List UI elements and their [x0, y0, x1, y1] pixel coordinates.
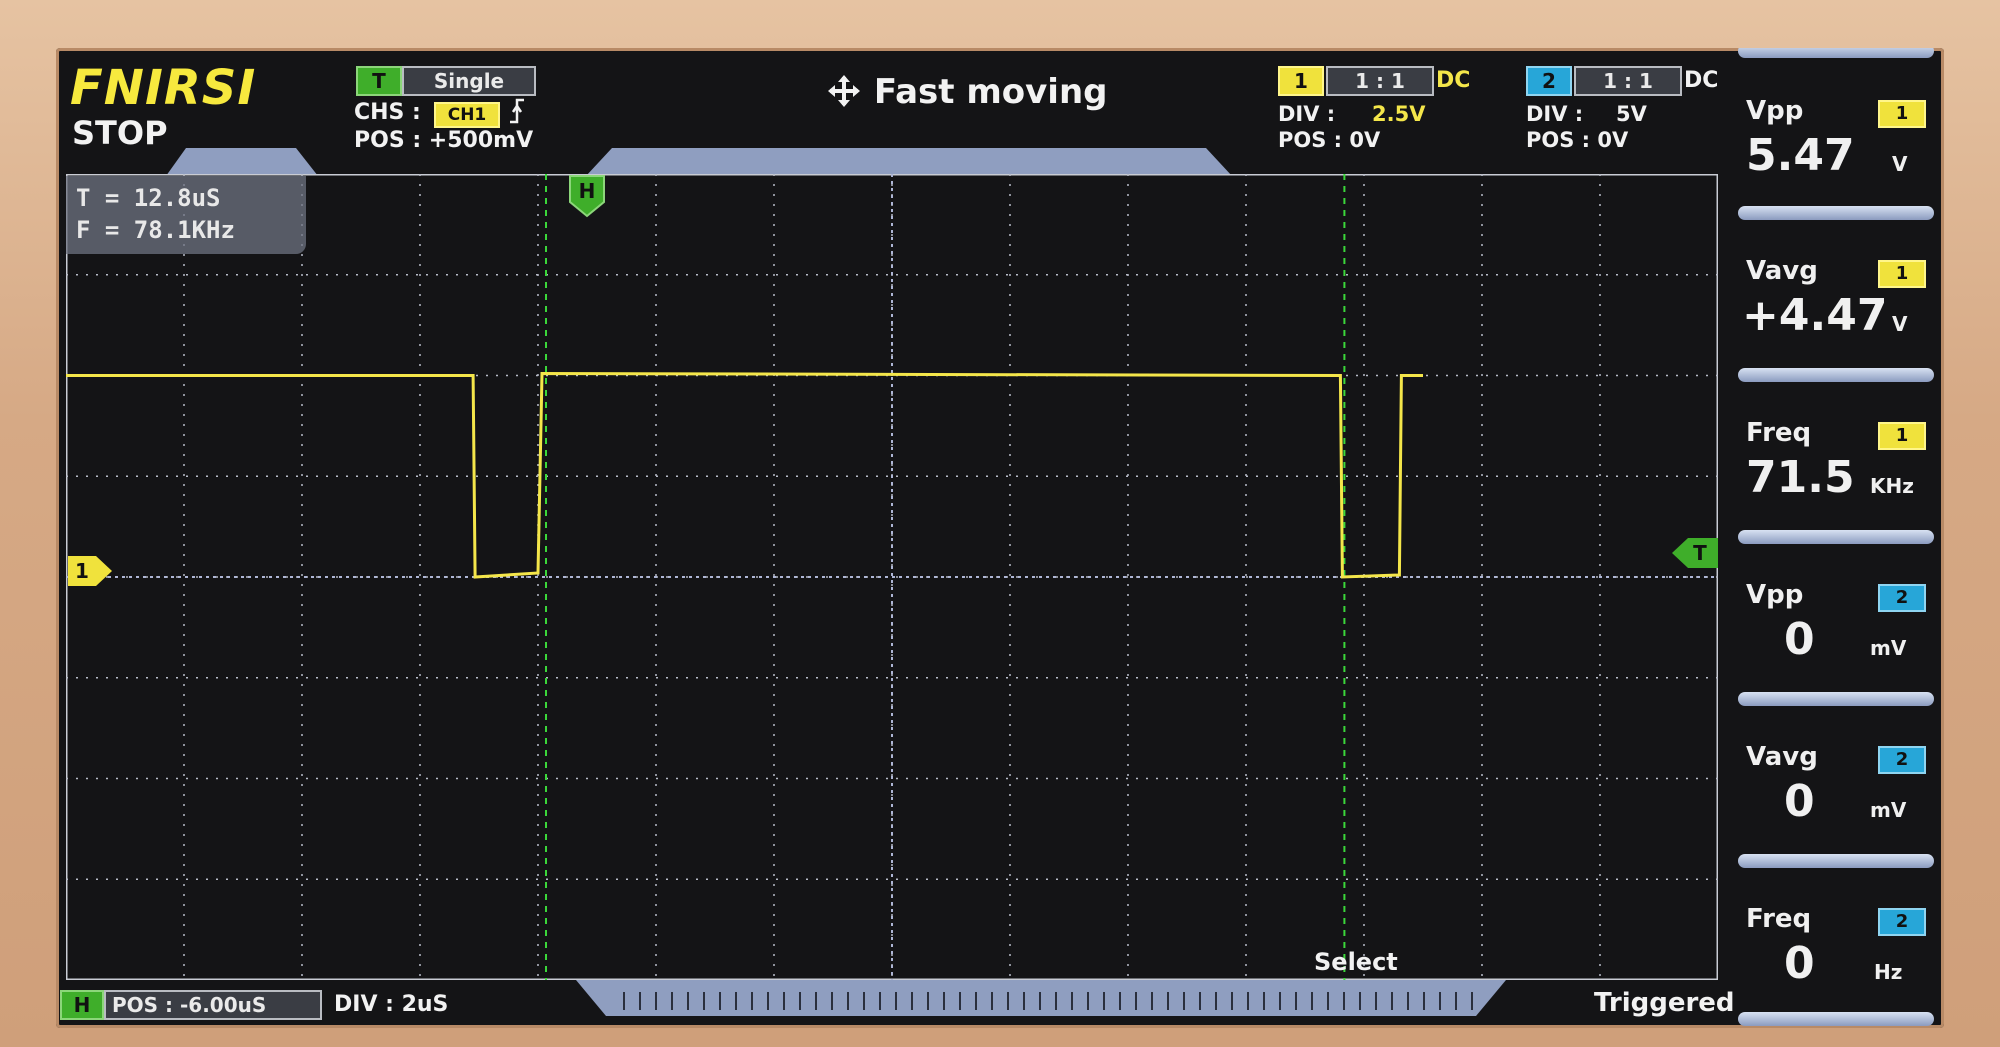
measurement-unit: mV	[1870, 798, 1907, 822]
measurement-panel: Vpp 1 5.47 V Vavg 1 +4.47 V Freq 1 71.5 …	[1728, 48, 1944, 1028]
page-title-text: Fast moving	[873, 72, 1108, 112]
horizontal-tag[interactable]: H	[60, 990, 104, 1020]
ch1-div-label: DIV :	[1278, 102, 1336, 126]
panel-separator	[1738, 368, 1934, 382]
trigger-mode[interactable]: Single	[402, 66, 536, 96]
ch2-div-label: DIV :	[1526, 102, 1584, 126]
trigger-source-label: CHS :	[354, 100, 421, 125]
measurement-channel-tag: 1	[1878, 422, 1926, 450]
measurement-value: 0	[1784, 938, 1815, 989]
measurement-label: Vavg	[1746, 742, 1818, 772]
ch1-tag[interactable]: 1	[1278, 66, 1324, 96]
ch1-ground-marker[interactable]: 1	[66, 554, 116, 588]
measurement-label: Freq	[1746, 418, 1812, 448]
measurement-label: Vavg	[1746, 256, 1818, 286]
ch2-probe[interactable]: 1 : 1	[1574, 66, 1682, 96]
ch1-coupling[interactable]: DC	[1436, 68, 1470, 93]
trigger-status: Triggered	[1594, 988, 1735, 1018]
panel-separator	[1738, 854, 1934, 868]
measurement-unit: KHz	[1870, 474, 1914, 498]
measurement-value: 0	[1784, 776, 1815, 827]
measurement-unit: V	[1892, 152, 1908, 176]
cursor-frequency: F = 78.1KHz	[76, 216, 235, 244]
select-label[interactable]: Select	[1314, 948, 1398, 976]
cursor-period: T = 12.8uS	[76, 184, 221, 212]
trigger-level-marker[interactable]: T	[1668, 536, 1720, 570]
oscilloscope-screen: FNIRSI STOP T Single CHS : CH1 POS : +50…	[56, 48, 1944, 1028]
cursor-h-label: H	[579, 179, 596, 203]
measurement-channel-tag: 2	[1878, 746, 1926, 774]
measurement-value: +4.47	[1742, 290, 1888, 341]
measurement-label: Vpp	[1746, 96, 1804, 126]
measurement-label: Vpp	[1746, 580, 1804, 610]
measurement-channel-tag: 2	[1878, 908, 1926, 936]
ch1-ground-label: 1	[75, 559, 89, 583]
ch1-div-value[interactable]: 2.5V	[1372, 102, 1425, 126]
ch2-div-value[interactable]: 5V	[1616, 102, 1647, 126]
panel-separator	[1738, 692, 1934, 706]
top-tab-decoration	[166, 148, 1232, 176]
trigger-level-label: T	[1693, 541, 1707, 565]
horizontal-position[interactable]: POS : -6.00uS	[104, 990, 322, 1020]
trigger-source[interactable]: CH1	[434, 102, 500, 128]
measurement-channel-tag: 1	[1878, 100, 1926, 128]
brand-logo: FNIRSI	[70, 60, 257, 116]
panel-separator	[1738, 1012, 1934, 1026]
timeline-scrollbar[interactable]	[576, 980, 1506, 1020]
measurement-value: 71.5	[1746, 452, 1855, 503]
ch2-coupling[interactable]: DC	[1684, 68, 1718, 93]
measurement-channel-tag: 2	[1878, 584, 1926, 612]
panel-separator	[1738, 206, 1934, 220]
move-arrows-icon	[826, 72, 874, 112]
page-title: Fast moving	[826, 72, 1108, 112]
measurement-label: Freq	[1746, 904, 1812, 934]
panel-separator	[1738, 530, 1934, 544]
trigger-tag[interactable]: T	[356, 66, 402, 96]
cursor-h-marker[interactable]: H	[568, 174, 608, 218]
measurement-value: 0	[1784, 614, 1815, 665]
measurement-unit: V	[1892, 312, 1908, 336]
ch2-tag[interactable]: 2	[1526, 66, 1572, 96]
waveform-grid[interactable]	[66, 174, 1718, 980]
measurement-channel-tag: 1	[1878, 260, 1926, 288]
horizontal-division[interactable]: DIV : 2uS	[334, 992, 448, 1017]
measurement-unit: mV	[1870, 636, 1907, 660]
ch1-probe[interactable]: 1 : 1	[1326, 66, 1434, 96]
measurement-value: 5.47	[1746, 130, 1855, 181]
panel-separator	[1738, 48, 1934, 58]
measurement-unit: Hz	[1874, 960, 1903, 984]
